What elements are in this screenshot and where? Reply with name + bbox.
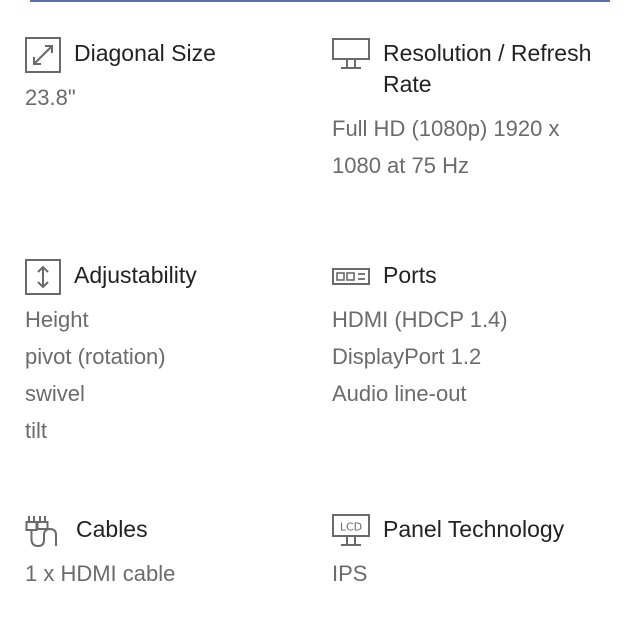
monitor-icon	[332, 38, 370, 69]
spec-value: pivot (rotation)	[25, 344, 166, 369]
spec-value: HDMI (HDCP 1.4)	[332, 307, 508, 332]
spec-values: 23.8"	[25, 79, 315, 116]
spec-panel-technology: LCD Panel Technology IPS	[332, 512, 622, 592]
spec-title: Adjustability	[74, 262, 197, 288]
diagonal-resize-icon	[25, 37, 61, 73]
lcd-monitor-icon: LCD	[332, 514, 370, 546]
spec-values: Height pivot (rotation) swivel tilt	[25, 301, 315, 449]
spec-value: DisplayPort 1.2	[332, 344, 482, 369]
spec-title: Panel Technology	[383, 516, 565, 542]
spec-values: 1 x HDMI cable	[25, 555, 315, 592]
ports-icon	[332, 268, 370, 285]
spec-title: Cables	[76, 516, 148, 542]
spec-title: Resolution / Refresh Rate	[383, 40, 592, 97]
spec-values: Full HD (1080p) 1920 x 1080 at 75 Hz	[332, 110, 622, 184]
spec-title: Diagonal Size	[74, 40, 216, 66]
spec-values: HDMI (HDCP 1.4) DisplayPort 1.2 Audio li…	[332, 301, 622, 412]
spec-diagonal-size: Diagonal Size 23.8"	[25, 36, 315, 116]
spec-cables: Cables 1 x HDMI cable	[25, 512, 315, 592]
svg-text:LCD: LCD	[340, 521, 362, 534]
spec-resolution: Resolution / Refresh Rate Full HD (1080p…	[332, 36, 622, 184]
cable-plug-icon	[25, 516, 57, 548]
spec-value: 23.8"	[25, 85, 76, 110]
spec-value: Height	[25, 307, 89, 332]
spec-title: Ports	[383, 262, 437, 288]
spec-value: tilt	[25, 418, 47, 443]
spec-adjustability: Adjustability Height pivot (rotation) sw…	[25, 258, 315, 449]
spec-values: IPS	[332, 555, 622, 592]
spec-value: Full HD (1080p) 1920 x 1080 at 75 Hz	[332, 116, 560, 178]
spec-value: swivel	[25, 381, 85, 406]
spec-ports: Ports HDMI (HDCP 1.4) DisplayPort 1.2 Au…	[332, 258, 622, 412]
spec-value: IPS	[332, 561, 368, 586]
top-divider	[30, 0, 610, 2]
vertical-arrows-icon	[25, 259, 61, 295]
spec-value: 1 x HDMI cable	[25, 561, 176, 586]
spec-value: Audio line-out	[332, 381, 467, 406]
